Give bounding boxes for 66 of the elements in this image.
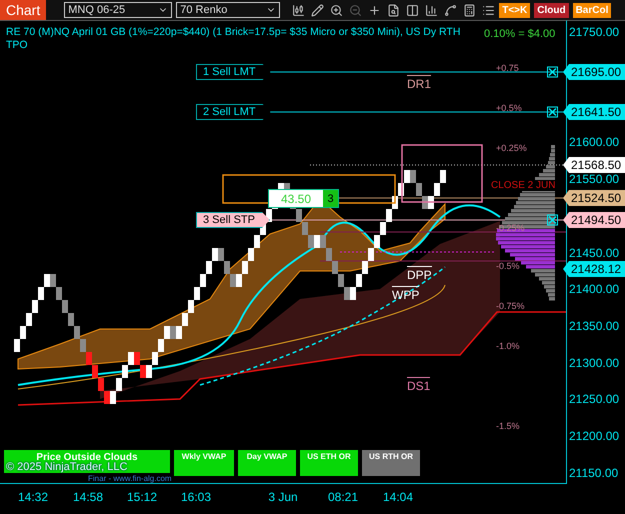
close-order-icon[interactable]	[547, 106, 558, 118]
time-tick-label: 14:32	[18, 490, 48, 504]
price-tag: 21494.50	[563, 212, 625, 228]
price-tag: 21568.50	[563, 157, 625, 173]
price-tick-label: 21600.00	[569, 135, 620, 149]
time-tick-label: 14:58	[72, 490, 104, 504]
price-tick-label: 21250.00	[569, 392, 620, 406]
percent-level-label: -1.5%	[496, 421, 520, 431]
time-tick-label: 3 Jun	[268, 490, 298, 504]
close-order-icon[interactable]	[547, 66, 558, 78]
percent-level-label: +0.25%	[496, 143, 527, 153]
crosshair-icon[interactable]	[368, 4, 382, 16]
price-tick-label: 21200.00	[569, 429, 620, 443]
candlestick-icon[interactable]	[292, 4, 306, 16]
instrument-dropdown[interactable]: MNQ 06-25	[64, 2, 172, 18]
list-icon[interactable]	[482, 4, 496, 16]
order-label[interactable]: 3 Sell STP	[196, 212, 270, 228]
copyright-text: © 2025 NinjaTrader, LLC	[6, 461, 128, 473]
price-tick-label: 21550.00	[569, 172, 620, 186]
percent-level-label: -0.25%	[496, 223, 525, 233]
chart-tab[interactable]: Chart	[0, 0, 46, 20]
percent-level-label: +0.5%	[496, 103, 522, 113]
zoom-out-icon[interactable]	[349, 4, 362, 16]
tick-value-label: 0.10% = $4.00	[484, 28, 556, 40]
position-pnl: 43.50	[269, 190, 323, 207]
pivot-label: DS1	[407, 377, 430, 393]
percent-level-label: +0.75	[496, 63, 519, 73]
position-quantity: 3	[323, 190, 338, 207]
bar-type-dropdown[interactable]: 70 Renko	[176, 2, 280, 18]
pencil-icon[interactable]	[311, 4, 324, 16]
columns-icon[interactable]	[406, 4, 420, 16]
price-tick-label: 21750.00	[569, 25, 620, 39]
close-label: CLOSE 2 JUN	[490, 180, 556, 191]
line-chart-icon[interactable]	[444, 4, 458, 16]
price-tick-label: 21400.00	[569, 282, 620, 296]
percent-level-label: -1.0%	[496, 341, 520, 351]
price-tag: 21428.12	[563, 261, 625, 277]
price-tick-label: 21350.00	[569, 319, 620, 333]
percent-level-label: -0.5%	[496, 261, 520, 271]
pivot-label: DPP	[407, 266, 432, 282]
document-search-icon[interactable]	[387, 4, 400, 16]
toolbar-toggle[interactable]: Cloud	[534, 2, 569, 18]
bar-chart-icon[interactable]	[425, 4, 438, 16]
percent-level-label: -0.75%	[496, 301, 525, 311]
price-tick-label: 21300.00	[569, 356, 620, 370]
price-tick-label: 21150.00	[569, 466, 618, 480]
time-tick-label: 08:21	[328, 490, 358, 504]
price-tag: 21524.50	[563, 190, 625, 206]
calculator-icon[interactable]	[463, 4, 476, 16]
time-tick-label: 14:04	[382, 490, 414, 504]
close-order-icon[interactable]	[547, 214, 558, 226]
time-tick-label: 15:12	[126, 490, 158, 504]
order-label[interactable]: 1 Sell LMT	[196, 64, 271, 80]
indicator-status: US RTH OR	[362, 450, 420, 476]
watermark-text: Finar - www.fin-alg.com	[88, 474, 172, 483]
price-tick-label: 21450.00	[569, 246, 620, 260]
indicator-status: Wkly VWAP	[174, 450, 234, 476]
price-tag: 21695.00	[563, 64, 625, 80]
price-tag: 21641.50	[563, 104, 625, 120]
time-tick-label: 16:03	[180, 490, 212, 504]
zoom-in-icon[interactable]	[330, 4, 344, 16]
pivot-label: DR1	[407, 75, 432, 91]
order-label[interactable]: 2 Sell LMT	[196, 104, 271, 120]
chart-title: RE 70 (M)NQ April 01 GB (1%=220p=$440) (1 Brick=17.5p= $35 Micro or $350 Mini), US Dy RTH TPO	[6, 26, 462, 52]
indicator-status: US ETH OR	[300, 450, 358, 476]
indicator-status: Day VWAP	[238, 450, 296, 476]
